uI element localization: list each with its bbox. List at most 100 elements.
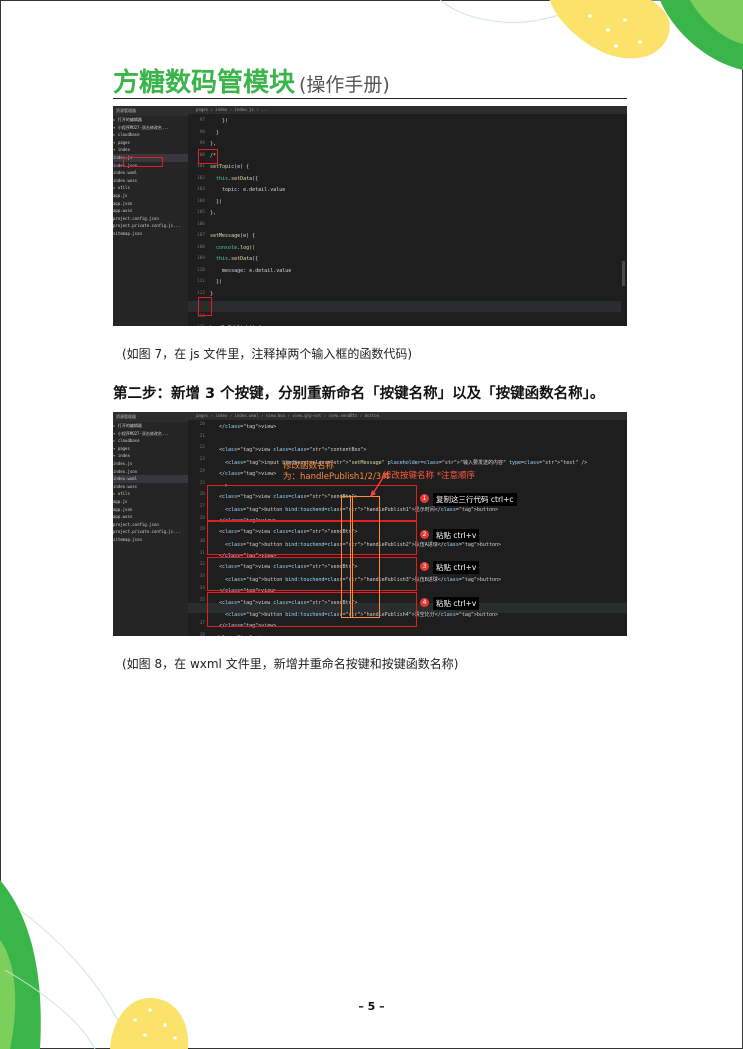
file-explorer: 资源管理器 ▸ 打开的编辑器 ▾ 小程序MO27-双击修改名... ▸ cloud…	[113, 106, 188, 326]
line-number: 24	[199, 468, 205, 474]
explorer-item[interactable]: index.js	[113, 460, 188, 468]
explorer-item[interactable]: app.wxss	[113, 513, 188, 521]
comment-end-highlight	[198, 297, 212, 316]
line-number: 110	[196, 267, 205, 273]
line-number: 35	[199, 597, 205, 603]
line-number: 106	[196, 221, 205, 227]
code-line[interactable]: })	[210, 118, 228, 124]
code-line[interactable]: </class="tag">view>	[213, 424, 276, 430]
code-line[interactable]: <class="tag">view class=class="str">"con…	[213, 447, 367, 453]
explorer-item[interactable]: ▸ utils	[113, 184, 188, 192]
code-line[interactable]: message: e.detail.value	[210, 268, 291, 274]
explorer-item[interactable]: ▸ utils	[113, 490, 188, 498]
code-line[interactable]: },	[210, 141, 216, 147]
figure-7-screenshot: 资源管理器 ▸ 打开的编辑器 ▾ 小程序MO27-双击修改名... ▸ cloud…	[113, 106, 627, 326]
code-line[interactable]: console.log()	[210, 245, 255, 251]
file-index-js-highlight	[123, 157, 163, 167]
explorer-item[interactable]: index.wxss	[113, 177, 188, 185]
line-number: 23	[199, 457, 205, 463]
explorer-item[interactable]: index.wxss	[113, 483, 188, 491]
code-line[interactable]: },	[210, 210, 216, 216]
line-number: 109	[196, 256, 205, 261]
code-line[interactable]: })	[210, 279, 222, 285]
explorer-item[interactable]: ▾ pages	[113, 139, 188, 147]
title-subtitle: (操作手册)	[299, 74, 390, 96]
code-line[interactable]: topic: e.detail.value	[210, 187, 285, 193]
figure-8-caption: (如图 8，在 wxml 文件里，新增并重命名按键和按键函数名称)	[122, 657, 459, 671]
line-number: 103	[196, 187, 205, 192]
step-label: 粘贴 ctrl+v	[433, 597, 480, 610]
scrollbar[interactable]	[622, 261, 625, 286]
explorer-item[interactable]: sitemap.json	[113, 536, 188, 544]
code-line[interactable]: setTopic(e) {	[210, 164, 249, 170]
line-number: 102	[196, 175, 205, 181]
line-number: 20	[199, 422, 205, 427]
explorer-item[interactable]: ▸ cloudbase	[113, 437, 188, 445]
explorer-item[interactable]: app.js	[113, 498, 188, 506]
explorer-title: 资源管理器	[113, 106, 188, 116]
line-number: 97	[199, 118, 205, 123]
explorer-item[interactable]: ▸ 打开的编辑器	[113, 422, 188, 430]
editor-breadcrumb: pages › index › index.wxml › view.box › …	[188, 412, 627, 420]
line-number: 104	[196, 198, 205, 204]
code-line[interactable]: })	[210, 199, 222, 205]
step-badge: 3	[420, 562, 429, 571]
code-line[interactable]: </class="tag">view>	[213, 471, 276, 477]
code-line[interactable]: }	[210, 130, 219, 136]
explorer-item[interactable]: project.config.json	[113, 215, 188, 223]
explorer-item[interactable]: sitemap.json	[113, 230, 188, 238]
header-rule	[113, 98, 627, 99]
line-number: 30	[199, 539, 205, 544]
line-number: 111	[196, 279, 205, 284]
explorer-item[interactable]: ▾ index	[113, 452, 188, 460]
annotation-button-name: 修改按键名称 *注意顺序	[383, 471, 475, 481]
explorer-item[interactable]: ▸ cloudbase	[113, 131, 188, 139]
explorer-item[interactable]: index.json	[113, 468, 188, 476]
step-badge: 4	[420, 598, 429, 607]
explorer-item[interactable]: ▾ 小程序MO27-双击修改名...	[113, 430, 188, 438]
page-number: – 5 –	[358, 1000, 385, 1013]
line-number: 32	[199, 562, 205, 568]
page-title: 方糖数码管模块 (操作手册)	[113, 62, 390, 99]
annotation-arrow-icon	[370, 472, 387, 497]
code-line[interactable]: this.setData({	[210, 256, 258, 262]
explorer-item[interactable]: app.json	[113, 506, 188, 514]
explorer-item[interactable]: ▸ 打开的编辑器	[113, 116, 188, 124]
comment-start-highlight	[198, 149, 218, 164]
line-number: 21	[199, 433, 205, 439]
explorer-item[interactable]: project.config.json	[113, 521, 188, 529]
line-number: 37	[199, 620, 205, 626]
line-number: 101	[196, 164, 205, 169]
line-number: 107	[196, 233, 205, 238]
explorer-item[interactable]: ▾ 小程序MO27-双击修改名...	[113, 124, 188, 132]
editor-breadcrumb: pages › index › index.js › ...	[188, 106, 627, 114]
code-line[interactable]: handlePublish() {	[210, 325, 261, 326]
block-2-highlight	[207, 521, 417, 555]
explorer-item[interactable]: app.js	[113, 192, 188, 200]
code-line[interactable]: <class="tag">input bindinput=class="str"…	[213, 459, 587, 466]
explorer-item[interactable]: ▾ index	[113, 146, 188, 154]
step-badge: 1	[420, 494, 429, 503]
code-line[interactable]: </class="tag">view>	[213, 635, 270, 636]
explorer-title: 资源管理器	[113, 412, 188, 422]
explorer-item[interactable]: app.wxss	[113, 207, 188, 215]
line-number: 105	[196, 210, 205, 215]
explorer-item[interactable]: index.wxml	[113, 475, 188, 483]
block-3-highlight	[207, 557, 417, 591]
code-line[interactable]: this.setData({	[210, 176, 258, 182]
line-number: 28	[199, 515, 205, 521]
code-line[interactable]: }	[210, 291, 213, 297]
explorer-item[interactable]: ▾ pages	[113, 445, 188, 453]
step-label: 复制这三行代码 ctrl+c	[433, 493, 517, 506]
explorer-item[interactable]: index.wxml	[113, 169, 188, 177]
line-number: 108	[196, 244, 205, 250]
line-number: 27	[199, 503, 205, 509]
explorer-item[interactable]: project.private.config.js...	[113, 528, 188, 536]
line-number: 31	[199, 550, 205, 556]
code-line[interactable]: setMessage(e) {	[210, 233, 255, 239]
explorer-item[interactable]: app.json	[113, 200, 188, 208]
block-4-highlight	[207, 592, 417, 627]
step-label: 粘贴 ctrl+v	[433, 529, 480, 542]
figure-8-screenshot: 资源管理器 ▸ 打开的编辑器 ▾ 小程序MO27-双击修改名... ▸ cloud…	[113, 412, 627, 636]
explorer-item[interactable]: project.private.config.js...	[113, 222, 188, 230]
